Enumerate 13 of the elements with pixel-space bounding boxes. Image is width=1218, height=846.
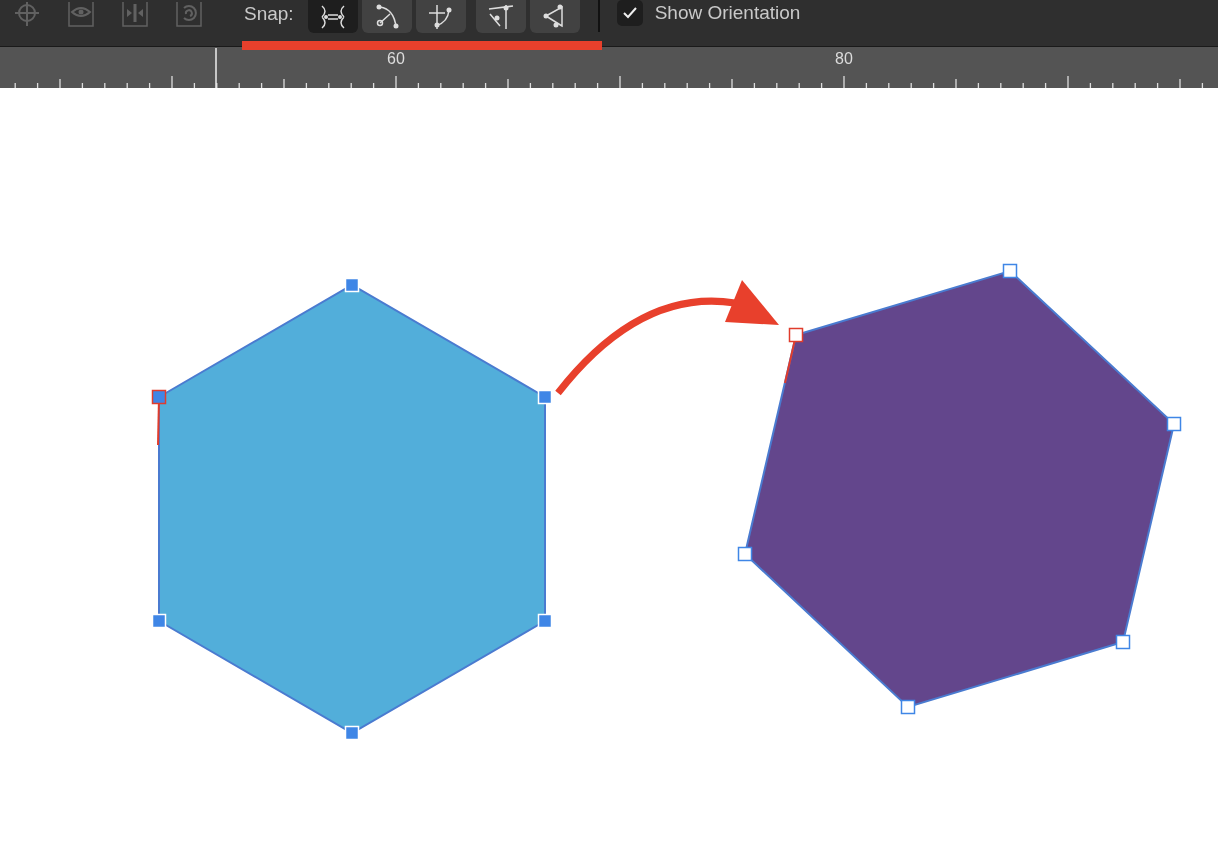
checkmark-icon bbox=[622, 7, 637, 19]
snap-label: Snap: bbox=[244, 3, 294, 25]
snap-button[interactable] bbox=[415, 0, 466, 33]
snap-button[interactable] bbox=[307, 0, 358, 33]
checkbox[interactable] bbox=[616, 0, 643, 26]
cursor-marker bbox=[215, 47, 217, 88]
checkbox-label: Show Orientation bbox=[654, 2, 801, 24]
snap-button[interactable] bbox=[529, 0, 580, 33]
snap-button[interactable] bbox=[475, 0, 526, 33]
ruler-label: 80 bbox=[834, 50, 854, 68]
heptagon-shape[interactable] bbox=[737, 263, 1182, 715]
snap-button[interactable] bbox=[361, 0, 412, 33]
ruler-label: 60 bbox=[386, 50, 406, 68]
